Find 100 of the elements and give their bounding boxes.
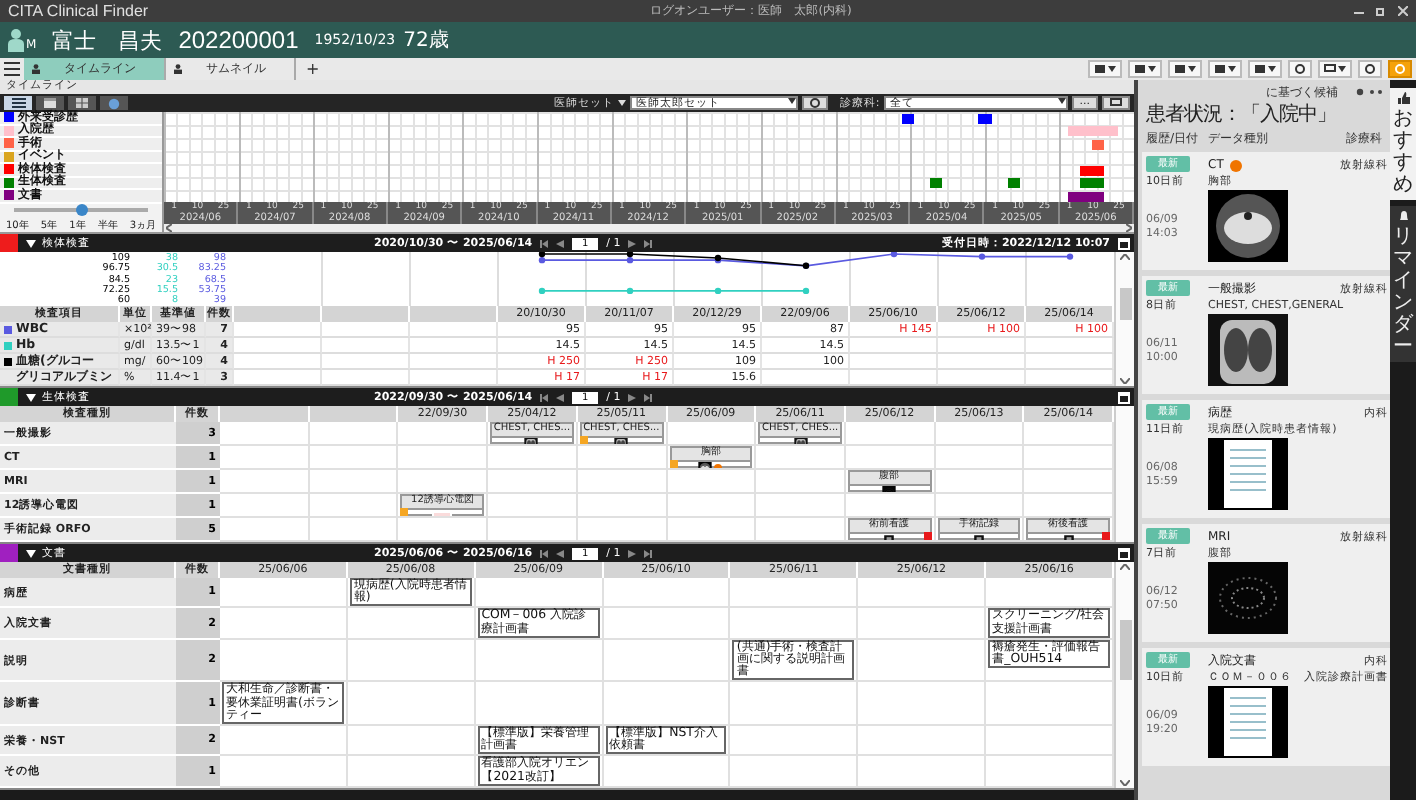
scroll-thumb[interactable] [1119,288,1131,321]
grid-cell [488,518,578,542]
next-page-icon [628,239,637,247]
grid-cell [220,494,310,518]
grid-cell [730,756,859,788]
last-page-icon [644,549,653,557]
grid-cell [935,422,1025,446]
scroll-down-icon [1120,377,1130,384]
person-icon [32,64,40,74]
grid-cell [858,682,987,727]
zoom-slider[interactable] [14,207,148,212]
caret-icon [787,98,796,104]
scroll-up-icon [1120,564,1130,570]
grid-cell [730,578,859,609]
maximize-icon [1118,547,1130,559]
grid-cell [220,518,310,542]
view-button[interactable] [68,96,96,110]
view-button[interactable] [36,96,64,110]
grid-cell [603,578,731,609]
maximize-icon [1118,237,1130,249]
previous-page-icon [556,239,565,247]
grid-cell [220,470,310,494]
toolbar-button[interactable] [1318,60,1352,78]
collapse-triangle-icon [26,549,36,557]
first-page-icon [540,393,549,401]
grid-cell [488,470,578,494]
grid-cell [309,518,399,542]
side-tab[interactable]: おすすめ [1390,88,1416,200]
scroll-up-icon [1120,254,1130,260]
patient-age: 72歳 [403,27,449,54]
document-thumbnail-drawing [1208,686,1288,758]
scroll-left-icon [166,224,172,232]
bell-icon [1397,210,1409,222]
grid-cell [858,578,987,609]
app-title: CITA Clinical Finder [8,2,149,20]
next-page-icon [628,549,637,557]
first-page-icon [540,549,549,557]
grid-cell [220,756,348,788]
caret-icon [1057,98,1066,104]
timeline-event[interactable] [978,113,992,124]
caret-icon [1188,66,1196,72]
vertical-scrollbar[interactable] [1114,406,1134,542]
last-page-icon [644,393,653,401]
settings-button[interactable] [801,96,828,110]
grid-cell [577,470,667,494]
patient-id: 202200001 [178,26,299,54]
caret-icon [1228,66,1236,72]
toolbar-button[interactable] [1088,60,1122,78]
last-page-icon [644,239,653,247]
minimize-icon [1354,6,1364,16]
caret-icon [1108,66,1116,72]
vertical-scrollbar[interactable] [1114,562,1134,788]
caret-icon [1268,66,1276,72]
display-button[interactable] [1102,96,1130,110]
scroll-right-icon [1126,224,1132,232]
toolbar-button[interactable] [1288,60,1312,78]
grid-cell [577,494,667,518]
grid-cell [667,494,757,518]
timeline-event[interactable] [1092,191,1105,202]
maximize-icon [1118,391,1130,403]
timeline-event[interactable] [1079,178,1093,189]
document-thumbnail-drawing [1208,438,1288,510]
previous-page-icon [556,549,565,557]
panel-title: 患者状況：「入院中」 [1146,101,1338,128]
timeline-event[interactable] [1007,178,1021,189]
toolbar-button[interactable] [1248,60,1282,78]
grid-cell [756,494,846,518]
timeline-event[interactable] [1079,165,1093,176]
grid-cell [309,446,399,470]
grid-cell [220,422,310,446]
horizontal-scrollbar[interactable] [164,224,1134,232]
timeline-event[interactable] [1092,178,1105,189]
menu-icon [0,62,24,76]
view-button[interactable] [4,96,32,110]
globe-icon [108,97,120,109]
vertical-scrollbar[interactable] [1114,252,1134,386]
thumbs-up-icon [1397,92,1409,104]
toolbar-button[interactable] [1128,60,1162,78]
scroll-thumb[interactable] [1119,619,1131,680]
timeline-event[interactable] [901,113,914,124]
grid-cell [577,518,667,542]
collapse-triangle-icon [26,239,36,247]
add-tab-button[interactable]: + [296,60,330,78]
grid-cell [667,518,757,542]
collapse-triangle-icon [26,393,36,401]
grid-cell [309,470,399,494]
timeline-event[interactable] [930,178,943,189]
toolbar-button[interactable] [1208,60,1242,78]
timeline-event[interactable] [1067,191,1080,202]
grid-cell [220,446,310,470]
grid-cell [309,422,399,446]
grid-cell [347,639,476,683]
side-tab[interactable]: リマインダー [1390,206,1416,362]
person-icon [174,64,182,74]
toolbar-button[interactable] [1358,60,1382,78]
list-view-icon [11,98,25,108]
caret-icon [617,100,626,106]
toolbar-button[interactable] [1168,60,1202,78]
grid-cell [220,608,348,640]
timeline-event[interactable] [1092,165,1105,176]
